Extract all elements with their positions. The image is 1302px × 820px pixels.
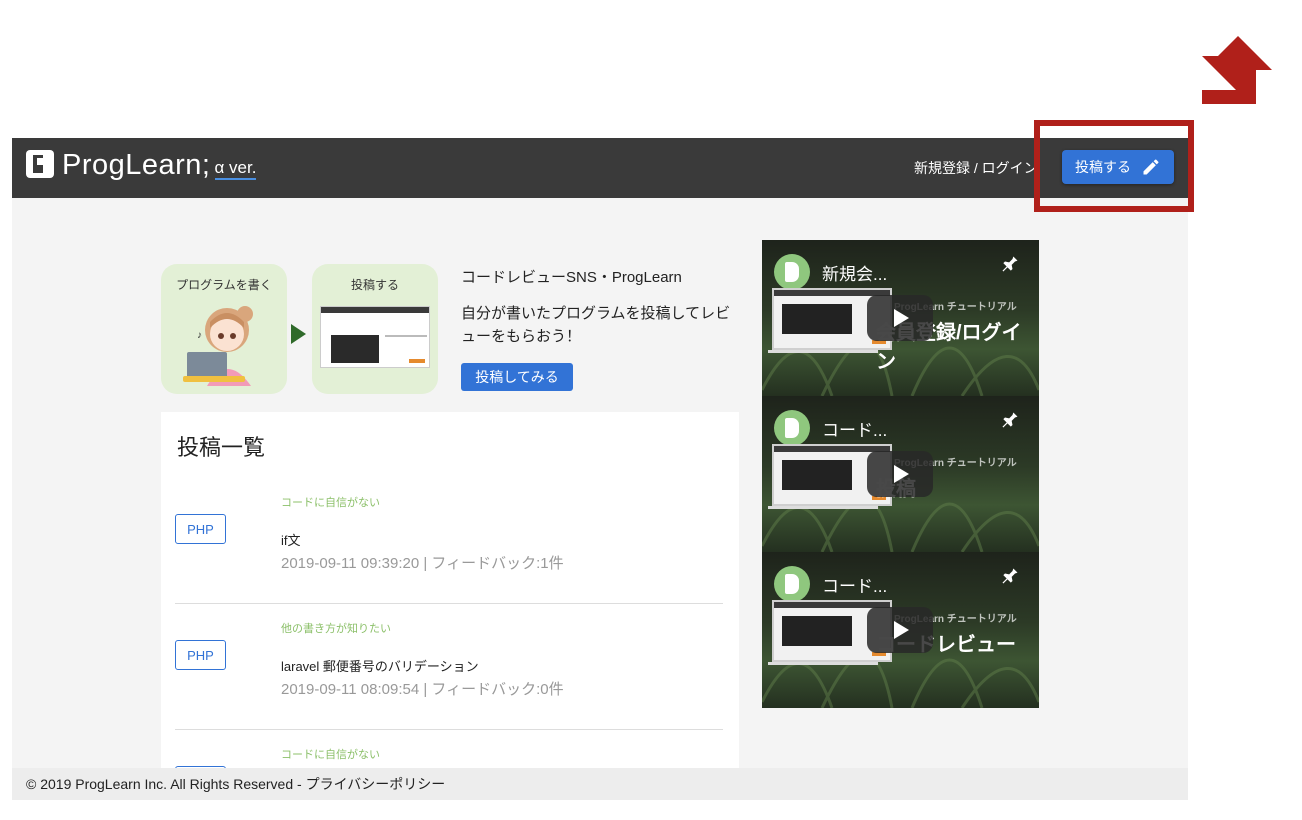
channel-avatar	[774, 254, 810, 290]
intro-card-write: プログラムを書く ♪	[161, 264, 287, 394]
intro-card-write-title: プログラムを書く	[176, 278, 272, 292]
video-code-review[interactable]: コード... ProgLearn チュートリアル コードレビュー	[762, 552, 1039, 708]
intro-card-post-title: 投稿する	[350, 278, 399, 292]
app-window: ProgLearn; α ver. 新規登録 / ログイン 投稿する プログラム…	[12, 138, 1188, 800]
video-post[interactable]: コード... ProgLearn チュートリアル 投稿	[762, 396, 1039, 552]
screen-stand	[768, 506, 878, 509]
screenshot-stage: ProgLearn; α ver. 新規登録 / ログイン 投稿する プログラム…	[0, 0, 1302, 820]
logo-text: ProgLearn;	[62, 149, 211, 181]
intro-title: コードレビューSNS・ProgLearn	[461, 269, 682, 286]
logo-icon	[26, 150, 54, 178]
post-list-item[interactable]: PHP 他の書き方が知りたい laravel 郵便番号のバリデーション 2019…	[175, 604, 723, 730]
pin-icon[interactable]	[1000, 410, 1020, 430]
highlight-box	[1034, 120, 1194, 212]
intro-flow-arrow	[291, 324, 306, 344]
video-title: コード...	[822, 421, 888, 440]
post-category: コードに自信がない	[281, 749, 380, 761]
callout-arrow-icon	[1202, 36, 1272, 104]
programmer-illustration: ♪	[183, 306, 253, 386]
channel-avatar	[774, 410, 810, 446]
pin-icon[interactable]	[1000, 566, 1020, 586]
post-meta: 2019-09-11 08:09:54 | フィードバック:0件	[281, 681, 564, 698]
language-tag[interactable]: PHP	[175, 514, 226, 544]
video-title: 新規会...	[822, 265, 888, 284]
play-icon[interactable]	[867, 607, 933, 653]
post-meta: 2019-09-11 09:39:20 | フィードバック:1件	[281, 555, 564, 572]
channel-avatar	[774, 566, 810, 602]
post-title[interactable]: laravel 郵便番号のバリデーション	[281, 656, 479, 675]
tutorial-videos: 新規会... ProgLearn チュートリアル 会員登録/ログイン コード..…	[762, 240, 1039, 708]
play-icon[interactable]	[867, 295, 933, 341]
post-list-heading: 投稿一覧	[177, 435, 266, 460]
intro-description: 自分が書いたプログラムを投稿してレビューをもらおう！	[461, 305, 731, 345]
post-title[interactable]: if文	[281, 530, 301, 549]
try-post-button[interactable]: 投稿してみる	[461, 363, 573, 391]
post-screen-thumbnail	[320, 306, 430, 368]
video-title: コード...	[822, 577, 888, 596]
language-tag[interactable]: PHP	[175, 640, 226, 670]
footer: © 2019 ProgLearn Inc. All Rights Reserve…	[12, 768, 1188, 800]
post-list-item[interactable]: PHP コードに自信がない if文 2019-09-11 09:39:20 | …	[175, 478, 723, 604]
post-category: 他の書き方が知りたい	[281, 623, 391, 635]
screen-stand	[768, 350, 878, 353]
post-list: 投稿一覧 PHP コードに自信がない if文 2019-09-11 09:39:…	[161, 412, 739, 800]
post-category: コードに自信がない	[281, 497, 380, 509]
logo[interactable]: ProgLearn; α ver.	[26, 148, 257, 182]
top-navbar: ProgLearn; α ver. 新規登録 / ログイン 投稿する	[12, 138, 1188, 198]
intro-card-post: 投稿する	[312, 264, 438, 394]
video-signup-login[interactable]: 新規会... ProgLearn チュートリアル 会員登録/ログイン	[762, 240, 1039, 396]
pin-icon[interactable]	[1000, 254, 1020, 274]
logo-version: α ver.	[214, 158, 257, 180]
play-icon[interactable]	[867, 451, 933, 497]
screen-stand	[768, 662, 878, 665]
svg-text:♪: ♪	[197, 330, 202, 341]
auth-links[interactable]: 新規登録 / ログイン	[914, 158, 1036, 178]
